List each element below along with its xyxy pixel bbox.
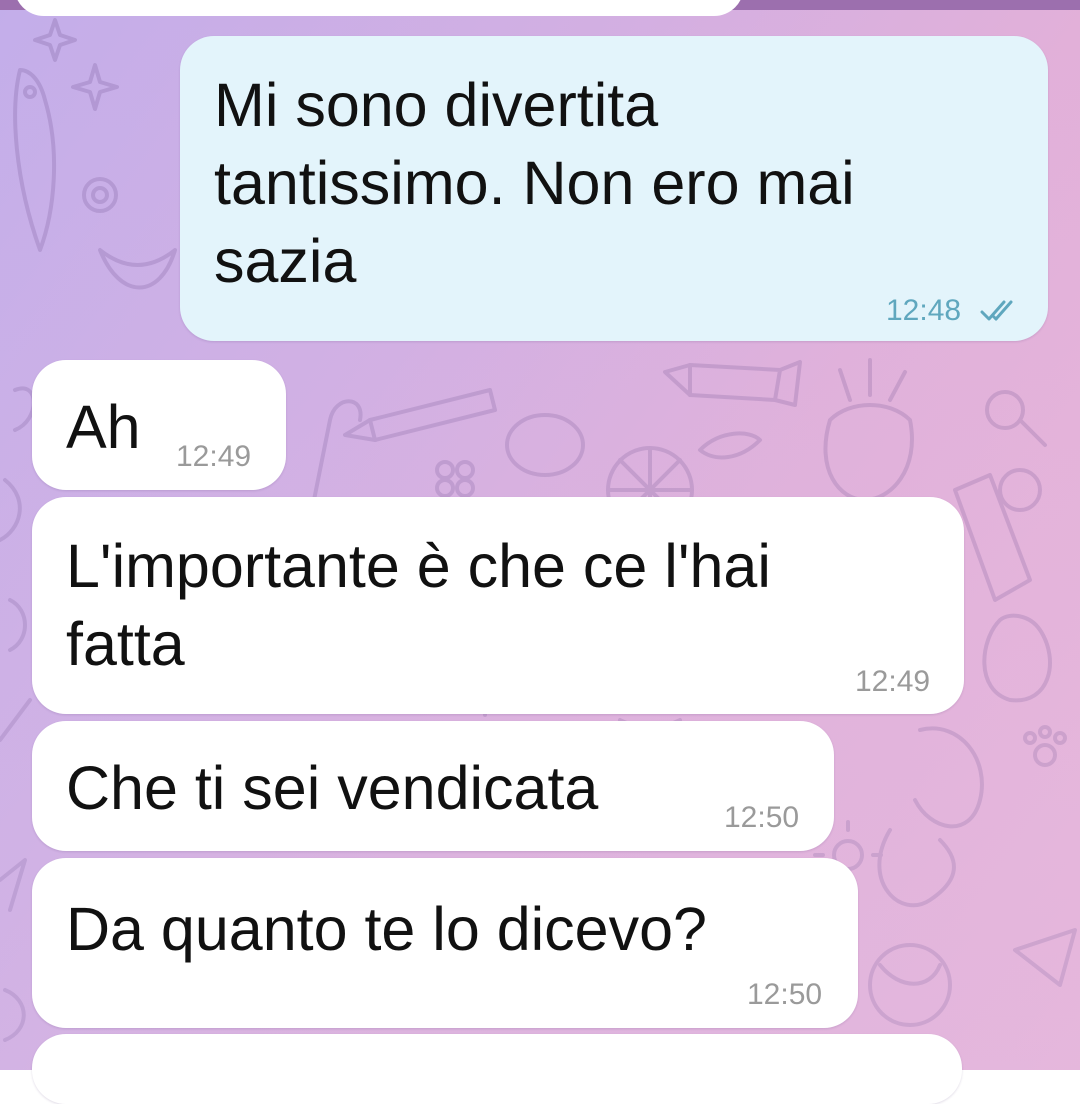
message-text: Da quanto te lo dicevo? [66, 895, 707, 963]
message-bubble-incoming-partial[interactable] [32, 1034, 962, 1104]
message-bubble-incoming[interactable]: Ah 12:49 [32, 360, 286, 490]
message-bubble-outgoing[interactable]: Mi sono divertita tantissimo. Non ero ma… [180, 36, 1048, 341]
message-time: 12:49 [855, 665, 931, 698]
double-check-icon [980, 300, 1013, 321]
message-text: Che ti sei vendicata [66, 754, 599, 822]
message-time: 12:48 [886, 294, 962, 327]
message-text: Ah [66, 393, 141, 461]
message-time: 12:50 [724, 801, 800, 834]
message-bubble-incoming[interactable]: Che ti sei vendicata 12:50 [32, 721, 834, 851]
message-bubble-incoming[interactable]: L'importante è che ce l'hai fatta 12:49 [32, 497, 964, 714]
message-bubble-incoming[interactable]: Da quanto te lo dicevo? 12:50 [32, 858, 858, 1028]
message-time: 12:50 [747, 978, 823, 1011]
message-text: L'importante è che ce l'hai fatta [66, 532, 771, 678]
previous-message-bubble[interactable] [14, 0, 744, 16]
message-time: 12:49 [176, 440, 252, 473]
message-text: Mi sono divertita tantissimo. Non ero ma… [214, 71, 855, 295]
